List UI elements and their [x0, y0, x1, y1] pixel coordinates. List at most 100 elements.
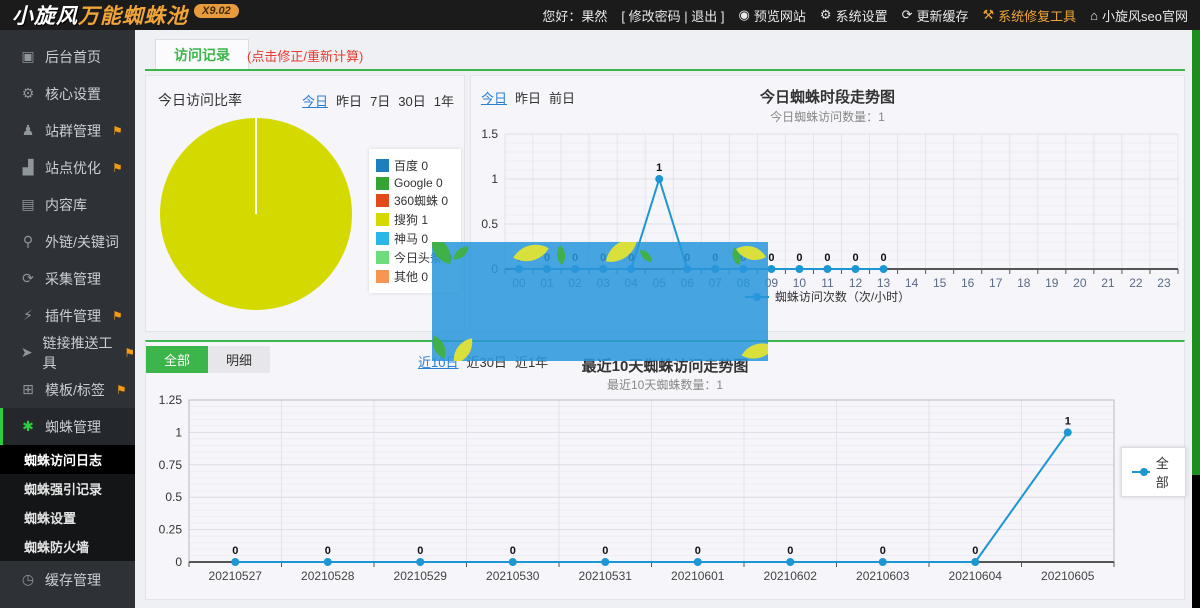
legend-item[interactable]: 百度 0 [376, 157, 454, 174]
legend-swatch [376, 251, 389, 264]
sidebar-item-plugins[interactable]: ⚡插件管理⚑ [0, 297, 135, 334]
svg-text:20210527: 20210527 [209, 569, 263, 583]
pin-icon: ⚑ [116, 383, 127, 397]
scrollbar-thumb[interactable] [1192, 30, 1200, 475]
scrollbar-track [1192, 475, 1200, 608]
leaf-icon [736, 242, 766, 268]
daily-chart-subtitle: 最近10天蜘蛛数量：1 [146, 376, 1184, 393]
svg-text:1: 1 [1065, 415, 1071, 427]
hourly-chart-subtitle: 今日蜘蛛访问数量：1 [471, 108, 1184, 125]
svg-text:0: 0 [796, 252, 802, 264]
submenu-item-spider-firewall[interactable]: 蜘蛛防火墙 [0, 532, 135, 561]
refresh-cache-link[interactable]: ⟳更新缓存 [902, 6, 969, 25]
eye-icon: ◉ [739, 7, 750, 23]
svg-text:20210604: 20210604 [949, 569, 1003, 583]
sidebar-item-cache-manage[interactable]: ◷缓存管理 [0, 561, 135, 598]
legend-label: Google 0 [394, 176, 443, 190]
legend-item[interactable]: Google 0 [376, 176, 454, 190]
sidebar-item-label: 核心设置 [45, 84, 101, 104]
svg-text:0: 0 [417, 545, 423, 557]
daily-legend[interactable]: 全部 [1121, 447, 1186, 497]
sidebar-item-spider-manage[interactable]: ✱蜘蛛管理 [0, 408, 135, 445]
sidebar-item-label: 内容库 [45, 195, 87, 215]
preview-site-link[interactable]: ◉预览网站 [739, 6, 806, 25]
sidebar-item-dashboard[interactable]: ▣后台首页 [0, 38, 135, 75]
svg-text:0: 0 [852, 252, 858, 264]
logout-link[interactable]: 退出 [691, 9, 717, 24]
daily-legend-label: 全部 [1156, 453, 1175, 491]
sidebar-item-core-settings[interactable]: ⚙核心设置 [0, 75, 135, 112]
leaf-icon [606, 242, 637, 266]
system-settings-link[interactable]: ⚙系统设置 [820, 6, 888, 25]
divider: | [684, 9, 687, 24]
svg-text:20210601: 20210601 [671, 569, 725, 583]
send-icon: ➤ [20, 344, 33, 361]
sync-icon: ⟳ [902, 7, 913, 23]
pie-title: 今日访问比率 [158, 90, 242, 110]
sidebar-item-links-keywords[interactable]: ⚲外链/关键词 [0, 223, 135, 260]
filter-yesterday[interactable]: 昨日 [336, 91, 362, 110]
repair-tool-link[interactable]: ⚒系统修复工具 [983, 6, 1077, 25]
spider-submenu: 蜘蛛访问日志 蜘蛛强引记录 蜘蛛设置 蜘蛛防火墙 [0, 445, 135, 561]
leaf-icon [513, 242, 549, 271]
sidebar-item-collection[interactable]: ⟳采集管理 [0, 260, 135, 297]
legend-label: 百度 0 [394, 157, 428, 174]
filter-30days[interactable]: 30日 [398, 91, 425, 110]
hourly-chart-title: 今日蜘蛛时段走势图 [471, 86, 1184, 107]
sidebar-item-content-library[interactable]: ▤内容库 [0, 186, 135, 223]
pie-panel-header: 今日访问比率 今日 昨日 7日 30日 1年 [158, 90, 454, 110]
svg-text:0.5: 0.5 [165, 490, 182, 504]
wrench-icon: ⚒ [983, 7, 995, 23]
logo-part1: 小旋风 [12, 5, 78, 28]
sidebar-item-link-push[interactable]: ➤链接推送工具⚑ [0, 334, 135, 371]
svg-text:20210529: 20210529 [394, 569, 448, 583]
daily-panel: 全部 明细 近10日 近30日 近1年 最近10天蜘蛛访问走势图 最近10天蜘蛛… [145, 340, 1185, 600]
filter-7days[interactable]: 7日 [370, 91, 390, 110]
legend-swatch [376, 213, 389, 226]
sidebar-item-site-group[interactable]: ♟站群管理⚑ [0, 112, 135, 149]
legend-swatch [376, 232, 389, 245]
header-bar: 小旋风万能蜘蛛池 X9.02 您好：果然 [ 修改密码 | 退出 ] ◉预览网站… [0, 0, 1200, 30]
sidebar-item-site-optimize[interactable]: ▟站点优化⚑ [0, 149, 135, 186]
svg-text:0.25: 0.25 [159, 523, 183, 537]
svg-text:1.25: 1.25 [159, 394, 183, 407]
sidebar-item-templates[interactable]: ⊞模板/标签⚑ [0, 371, 135, 408]
tab-visit-records[interactable]: 访问记录 [155, 39, 249, 69]
tab-underline [145, 69, 1185, 71]
svg-text:0: 0 [881, 252, 887, 264]
legend-line-marker [1132, 467, 1150, 477]
submenu-item-spider-pull-record[interactable]: 蜘蛛强引记录 [0, 474, 135, 503]
app-logo: 小旋风万能蜘蛛池 [12, 0, 188, 30]
submenu-item-spider-visit-log[interactable]: 蜘蛛访问日志 [0, 445, 135, 474]
svg-text:0: 0 [232, 545, 238, 557]
change-password-link[interactable]: 修改密码 [629, 9, 681, 24]
svg-text:1: 1 [491, 172, 498, 186]
legend-label: 神马 0 [394, 230, 428, 247]
svg-text:20210602: 20210602 [764, 569, 818, 583]
leaf-icon [432, 335, 451, 358]
filter-today[interactable]: 今日 [302, 91, 328, 110]
svg-text:1: 1 [656, 162, 662, 174]
legend-item[interactable]: 360蜘蛛 0 [376, 192, 454, 209]
legend-item[interactable]: 搜狗 1 [376, 211, 454, 228]
leaf-icon [453, 245, 468, 260]
svg-text:20210531: 20210531 [579, 569, 633, 583]
bracket-open: [ [621, 9, 625, 24]
recalculate-link[interactable]: (点击修正/重新计算) [247, 46, 363, 65]
svg-text:1.5: 1.5 [481, 127, 498, 141]
daily-line-chart[interactable]: 00.250.50.7511.2520210527202105282021052… [151, 394, 1181, 589]
sidebar-item-label: 站点优化 [45, 158, 101, 178]
legend-swatch [376, 194, 389, 207]
legend-swatch [376, 177, 389, 190]
sidebar-item-label: 蜘蛛管理 [45, 417, 101, 437]
svg-text:20210530: 20210530 [486, 569, 540, 583]
svg-text:0: 0 [175, 555, 182, 569]
submenu-item-spider-settings[interactable]: 蜘蛛设置 [0, 503, 135, 532]
sidebar-item-label: 采集管理 [45, 269, 101, 289]
promo-overlay [432, 242, 768, 361]
legend-label: 搜狗 1 [394, 211, 428, 228]
official-site-link[interactable]: ⌂小旋风seo官网 [1090, 6, 1188, 25]
pin-icon: ⚑ [112, 161, 123, 175]
svg-text:0: 0 [824, 252, 830, 264]
filter-1year[interactable]: 1年 [434, 91, 454, 110]
